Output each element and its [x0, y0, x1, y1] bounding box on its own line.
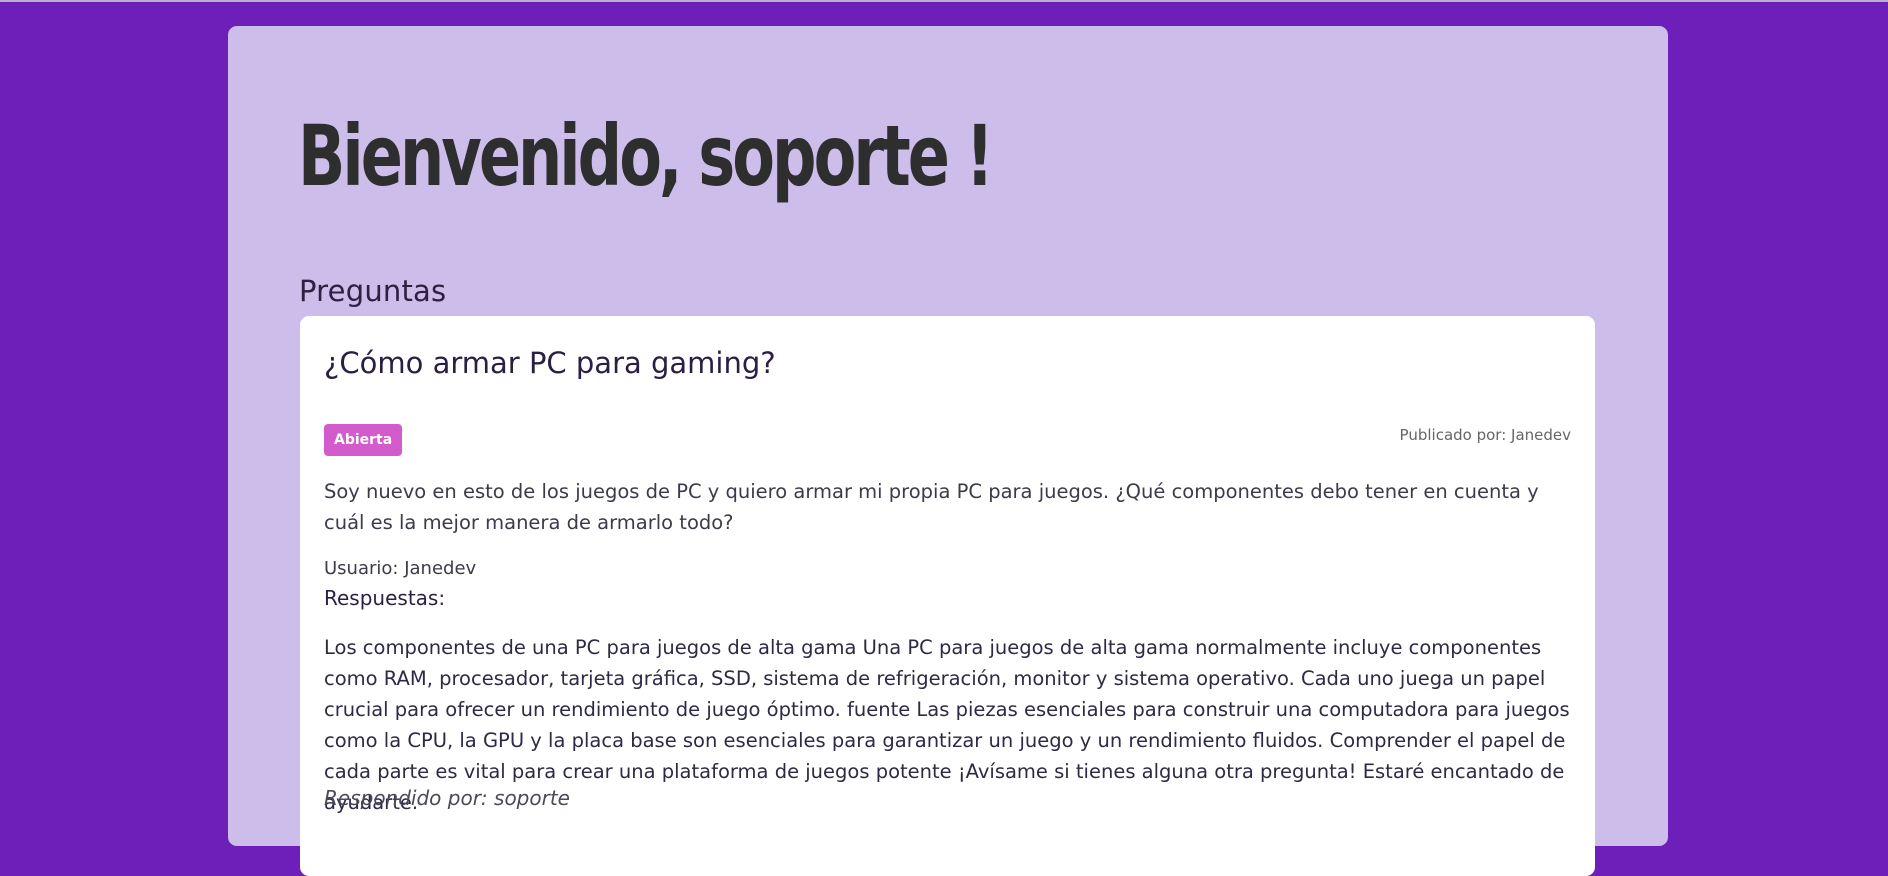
question-user: Usuario: Janedev — [324, 558, 477, 579]
top-border — [0, 0, 1888, 2]
main-panel: Bienvenido, soporte ! Preguntas ¿Cómo ar… — [228, 26, 1668, 876]
questions-section-title: Preguntas — [299, 274, 447, 308]
question-card: ¿Cómo armar PC para gaming? Abierta Publ… — [300, 316, 1595, 876]
welcome-heading: Bienvenido, soporte ! — [298, 107, 994, 205]
question-title[interactable]: ¿Cómo armar PC para gaming? — [324, 346, 776, 380]
status-badge: Abierta — [324, 424, 403, 456]
answers-heading: Respuestas: — [324, 586, 446, 610]
answered-by-label: Respondido por: soporte — [324, 786, 570, 810]
question-body: Soy nuevo en esto de los juegos de PC y … — [324, 480, 1539, 534]
posted-by-label: Publicado por: Janedev — [1399, 426, 1571, 444]
